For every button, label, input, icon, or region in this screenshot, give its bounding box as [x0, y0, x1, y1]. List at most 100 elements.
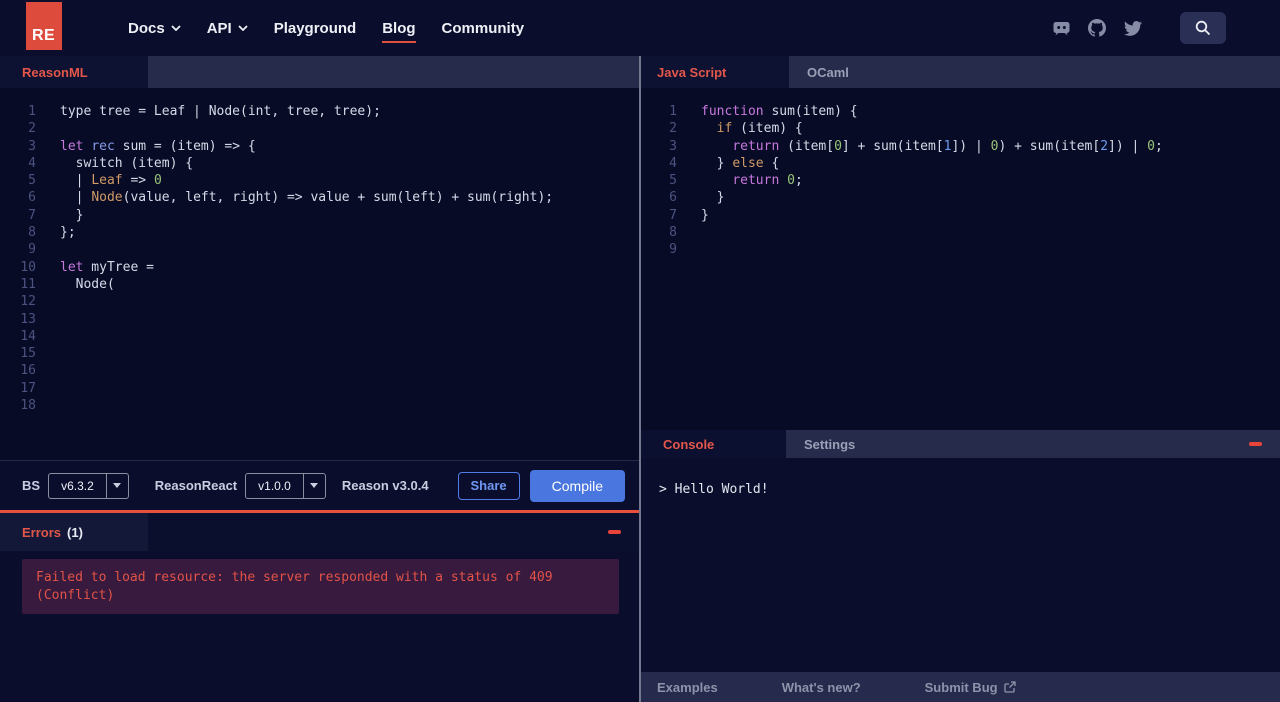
footer-examples[interactable]: Examples	[657, 680, 718, 695]
bs-version-select[interactable]: v6.3.2	[48, 472, 129, 499]
chevron-down-icon	[171, 25, 181, 31]
code-line: 9	[0, 241, 639, 258]
line-number: 17	[20, 380, 36, 396]
line-number: 2	[28, 121, 36, 137]
code-text: let rec sum = (item) => {	[60, 138, 256, 154]
line-number: 2	[669, 121, 677, 137]
tab-errors[interactable]: Errors (1)	[0, 513, 148, 551]
line-number: 9	[669, 242, 677, 258]
code-line: 18	[0, 397, 639, 414]
discord-icon[interactable]	[1052, 19, 1070, 37]
code-text: }	[701, 190, 725, 206]
search-icon	[1195, 20, 1211, 36]
line-number: 8	[28, 225, 36, 241]
code-text: if (item) {	[716, 121, 803, 137]
line-number: 11	[20, 276, 36, 292]
tab-reasonml[interactable]: ReasonML	[0, 56, 148, 88]
line-number: 7	[28, 207, 36, 223]
footer-submit-bug-label: Submit Bug	[924, 679, 998, 695]
search-button[interactable]	[1180, 12, 1226, 44]
compile-button[interactable]: Compile	[529, 469, 625, 502]
line-number: 10	[20, 259, 36, 275]
errors-title: Errors	[22, 524, 62, 540]
select-arrow	[302, 473, 325, 498]
line-number: 5	[669, 173, 677, 189]
chevron-down-icon	[238, 25, 248, 31]
nav-item-docs[interactable]: Docs	[128, 20, 181, 37]
nav-item-blog[interactable]: Blog	[382, 19, 416, 43]
reason-logo[interactable]: RE	[26, 2, 62, 50]
line-number: 16	[20, 363, 36, 379]
nav-item-community[interactable]: Community	[442, 20, 525, 37]
console-output: > Hello World!	[641, 458, 1280, 672]
nav-item-label: Playground	[273, 19, 357, 37]
line-number: 7	[669, 207, 677, 223]
tab-label: Console	[663, 436, 715, 452]
nav-item-label: Docs	[128, 19, 165, 37]
code-line: 1 function sum(item) {	[641, 103, 1280, 120]
nav-right	[1052, 12, 1280, 44]
line-number: 15	[20, 346, 36, 362]
caret-down-icon	[310, 483, 319, 488]
code-line: 6 }	[641, 189, 1280, 206]
code-text: };	[60, 225, 76, 241]
code-line: 2 if (item) {	[641, 120, 1280, 137]
code-line: 10 let myTree =	[0, 259, 639, 276]
nav-item-playground[interactable]: Playground	[274, 20, 357, 37]
code-text: return (item[0] + sum(item[1]) | 0) + su…	[732, 138, 1163, 154]
line-number: 9	[28, 242, 36, 258]
line-number: 3	[669, 138, 677, 154]
logo-text: RE	[32, 27, 56, 44]
collapse-errors-icon[interactable]	[608, 530, 621, 534]
nav-item-api[interactable]: API	[207, 20, 248, 37]
share-button[interactable]: Share	[457, 471, 520, 500]
tab-javascript[interactable]: Java Script	[641, 56, 789, 88]
line-number: 6	[28, 190, 36, 206]
code-line: 4 } else {	[641, 155, 1280, 172]
left-editor-tabbar: ReasonML	[0, 56, 639, 88]
line-number: 14	[20, 328, 36, 344]
errors-panel: Errors (1) Failed to load resource: the …	[0, 510, 639, 702]
code-line: 5 | Leaf => 0	[0, 172, 639, 189]
code-line: 7}	[641, 207, 1280, 224]
reasonreact-version-select[interactable]: v1.0.0	[245, 472, 326, 499]
left-pane: ReasonML 1 type tree = Leaf | Node(int, t…	[0, 56, 639, 702]
code-line: 6 | Node(value, left, right) => value + …	[0, 189, 639, 206]
code-text: | Node(value, left, right) => value + su…	[60, 190, 554, 206]
right-pane: Java Script OCaml 1 function sum(item) {2…	[641, 56, 1280, 702]
tab-label: Java Script	[657, 64, 727, 80]
collapse-console-icon[interactable]	[1249, 442, 1262, 446]
reasonreact-version-value: v1.0.0	[258, 478, 291, 493]
code-line: 12	[0, 293, 639, 310]
code-text: } else {	[701, 155, 780, 171]
twitter-icon[interactable]	[1124, 19, 1142, 37]
footer-whats-new[interactable]: What's new?	[782, 680, 861, 695]
bs-version-value: v6.3.2	[61, 478, 94, 493]
tab-ocaml[interactable]: OCaml	[797, 56, 859, 88]
bs-label: BS	[22, 478, 41, 493]
select-arrow	[105, 473, 128, 498]
line-number: 18	[20, 398, 36, 414]
tab-settings[interactable]: Settings	[794, 430, 865, 458]
nav-item-label: Blog	[382, 19, 416, 37]
tab-label: Settings	[804, 436, 856, 452]
footer-submit-bug[interactable]: Submit Bug	[925, 680, 1016, 695]
code-line: 15	[0, 345, 639, 362]
reason-editor[interactable]: 1 type tree = Leaf | Node(int, tree, tree…	[0, 88, 639, 460]
tab-console[interactable]: Console	[641, 430, 786, 458]
footer-bar: Examples What's new? Submit Bug	[641, 672, 1280, 702]
code-line: 16	[0, 362, 639, 379]
line-number: 8	[669, 225, 677, 241]
line-number: 1	[28, 104, 36, 119]
code-line: 9	[641, 241, 1280, 258]
github-icon[interactable]	[1088, 19, 1106, 37]
javascript-output-editor[interactable]: 1 function sum(item) {2 if (item) {3 retu…	[641, 88, 1280, 430]
output-tabbar: Java Script OCaml	[641, 56, 1280, 88]
code-line: 4 switch (item) {	[0, 155, 639, 172]
code-text: | Leaf => 0	[60, 173, 162, 189]
